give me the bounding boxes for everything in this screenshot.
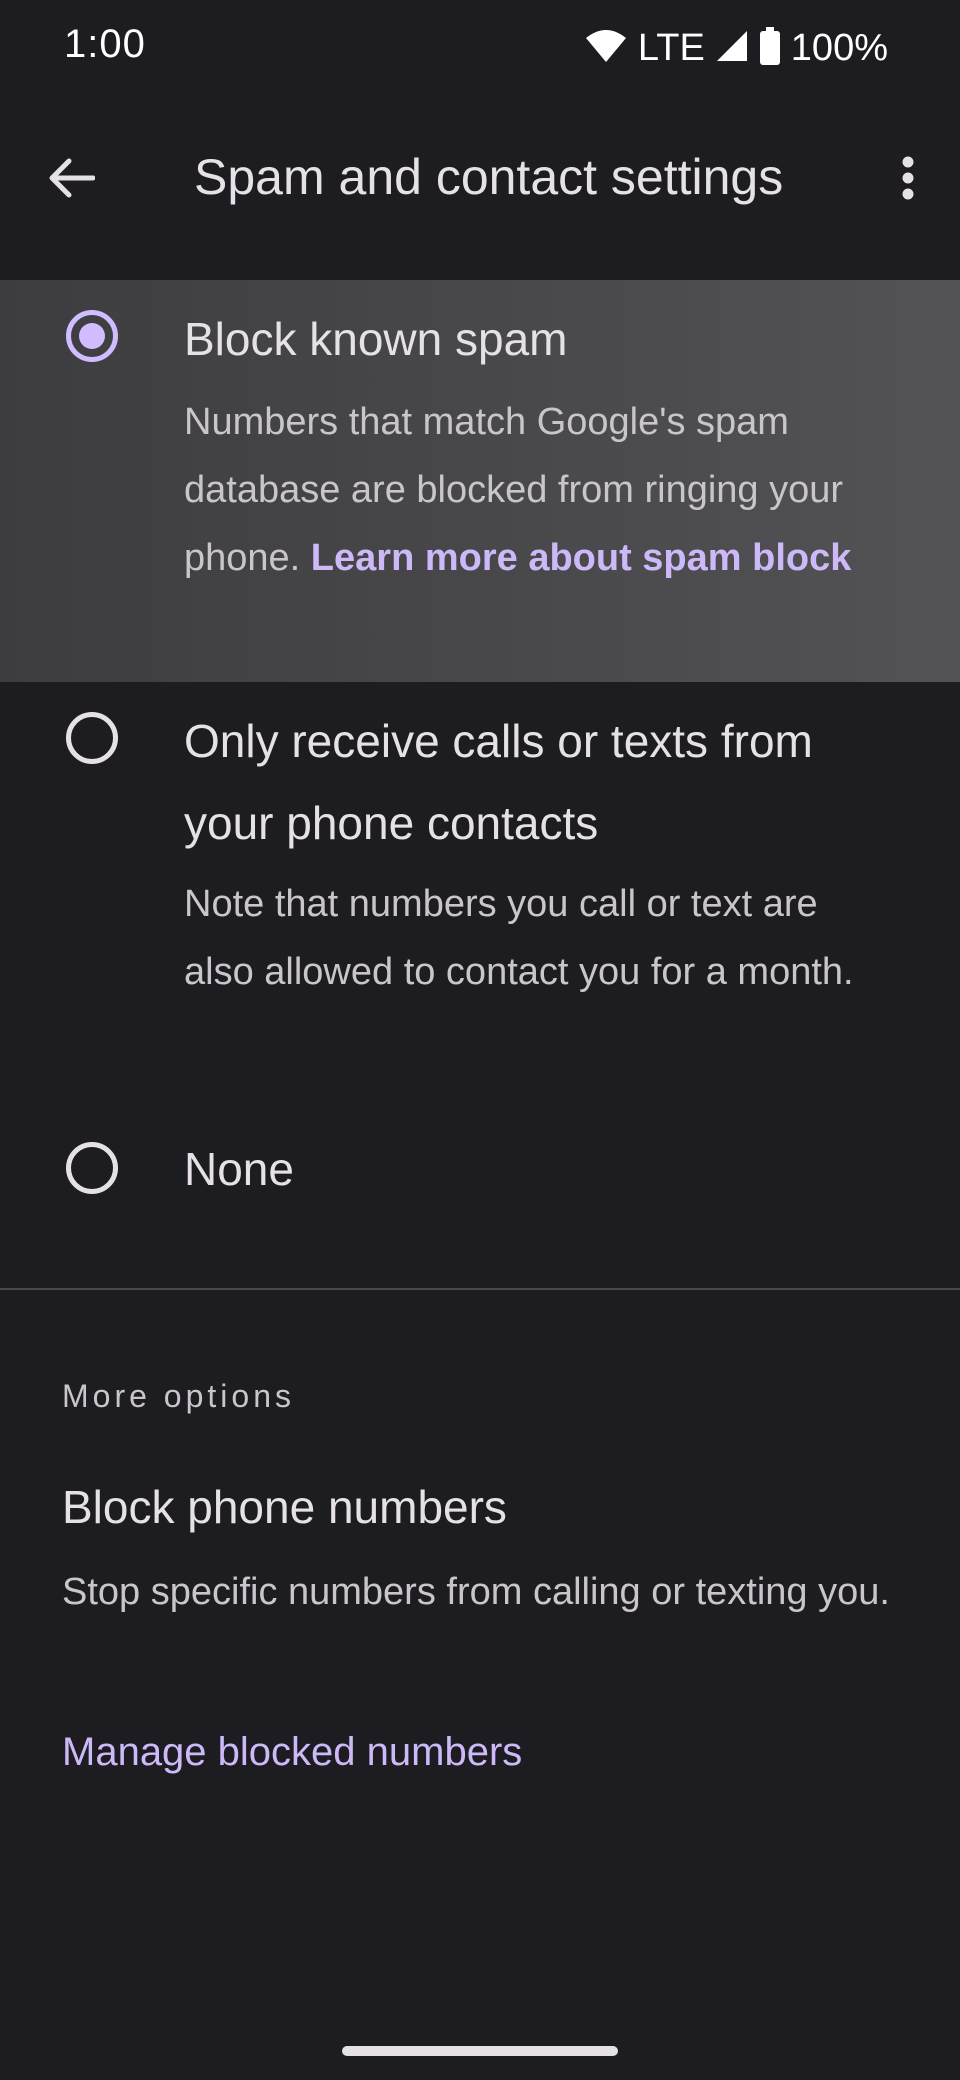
- block-numbers-description: Stop specific numbers from calling or te…: [62, 1571, 890, 1613]
- spam-settings-screen: 1:00 LTE 100% Spam and contact settings …: [0, 0, 960, 2080]
- arrow-back-icon: [49, 158, 96, 203]
- option-block-known-spam[interactable]: Block known spam Numbers that match Goog…: [0, 280, 960, 682]
- back-button[interactable]: [36, 144, 108, 216]
- home-gesture-handle[interactable]: [342, 2046, 618, 2056]
- option-description: Note that numbers you call or text are a…: [184, 883, 854, 993]
- option-title: None: [184, 1143, 294, 1195]
- radio-button[interactable]: [66, 1142, 118, 1194]
- option-none[interactable]: None: [0, 1100, 960, 1240]
- navigation-bar: [0, 2020, 960, 2080]
- divider: [0, 1288, 960, 1290]
- network-type: LTE: [637, 26, 705, 69]
- status-time: 1:00: [64, 22, 146, 66]
- manage-blocked-numbers-link[interactable]: Manage blocked numbers: [62, 1730, 522, 1775]
- status-bar: 1:00 LTE 100%: [0, 0, 960, 96]
- radio-button[interactable]: [66, 712, 118, 764]
- learn-more-link[interactable]: Learn more about spam block: [311, 537, 852, 579]
- app-bar: Spam and contact settings: [0, 96, 960, 280]
- block-numbers-title: Block phone numbers: [62, 1481, 507, 1533]
- signal-icon: [715, 29, 749, 68]
- wifi-icon: [584, 28, 628, 69]
- radio-button-checked[interactable]: [66, 310, 118, 362]
- section-header: More options: [62, 1378, 295, 1414]
- option-title: Only receive calls or texts from your ph…: [184, 715, 813, 849]
- page-title: Spam and contact settings: [194, 149, 784, 205]
- option-description: Numbers that match Google's spam databas…: [184, 388, 864, 592]
- status-icons: LTE 100%: [584, 22, 888, 74]
- more-vert-icon: [901, 156, 915, 205]
- option-contacts-only[interactable]: Only receive calls or texts from your ph…: [0, 682, 960, 1082]
- option-title: Block known spam: [184, 313, 568, 365]
- more-options-button[interactable]: [876, 144, 940, 216]
- battery-icon: [759, 26, 781, 70]
- battery-level: 100%: [790, 26, 888, 69]
